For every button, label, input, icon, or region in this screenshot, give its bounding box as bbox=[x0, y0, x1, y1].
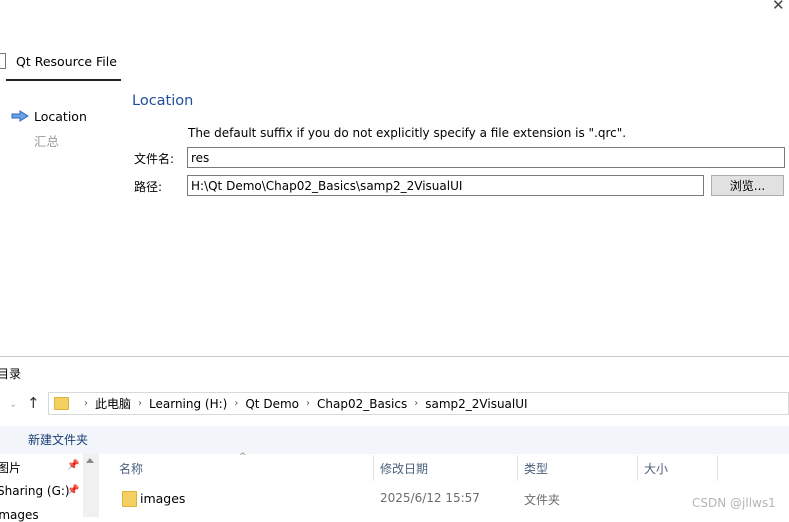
nav-item-label: images bbox=[0, 508, 39, 522]
column-header-name[interactable]: 名称 bbox=[119, 460, 143, 477]
column-header-size[interactable]: 大小 bbox=[644, 460, 668, 477]
step-summary: 汇总 bbox=[34, 134, 60, 149]
nav-item-label: 图片 bbox=[0, 461, 22, 475]
file-row-name[interactable]: images bbox=[140, 491, 185, 506]
dialog-title: 目录 bbox=[0, 367, 22, 381]
close-icon[interactable]: ✕ bbox=[772, 0, 785, 14]
nav-item-pictures[interactable]: 图片 bbox=[0, 459, 21, 476]
column-divider[interactable] bbox=[373, 455, 374, 481]
new-folder-button[interactable]: 新建文件夹 bbox=[28, 431, 88, 448]
nav-item-sharing-drive[interactable]: Sharing (G:) bbox=[0, 484, 70, 498]
chevron-right-icon[interactable]: › bbox=[234, 398, 238, 409]
filename-input[interactable] bbox=[187, 147, 785, 168]
path-input[interactable] bbox=[187, 175, 704, 196]
section-title: Location bbox=[132, 93, 194, 109]
history-dropdown-icon[interactable]: ⌄ bbox=[9, 399, 17, 410]
column-divider[interactable] bbox=[637, 455, 638, 481]
breadcrumb-samp2[interactable]: samp2_2VisualUI bbox=[425, 397, 527, 411]
breadcrumb-learning-drive[interactable]: Learning (H:) bbox=[149, 397, 227, 411]
nav-pane-scrollbar[interactable] bbox=[83, 454, 99, 517]
breadcrumb-chap02[interactable]: Chap02_Basics bbox=[317, 397, 407, 411]
up-arrow-icon[interactable]: ↑ bbox=[27, 394, 40, 412]
column-divider[interactable] bbox=[717, 455, 718, 481]
sort-caret-icon: ^ bbox=[239, 452, 247, 462]
chevron-right-icon[interactable]: › bbox=[84, 398, 88, 409]
document-icon bbox=[0, 53, 6, 69]
tab-underline bbox=[6, 79, 121, 81]
path-label: 路径: bbox=[134, 180, 163, 194]
current-step-arrow-icon bbox=[11, 110, 29, 122]
column-header-type[interactable]: 类型 bbox=[524, 460, 548, 477]
nav-item-label: Sharing (G:) bbox=[0, 484, 70, 498]
browse-button[interactable]: 浏览... bbox=[711, 175, 784, 196]
filename-label: 文件名: bbox=[134, 152, 175, 166]
wizard-tab-title: Qt Resource File bbox=[16, 54, 117, 69]
pin-icon[interactable]: 📌 bbox=[67, 460, 79, 471]
chevron-right-icon[interactable]: › bbox=[414, 398, 418, 409]
chevron-right-icon[interactable]: › bbox=[306, 398, 310, 409]
dialog-top-border bbox=[0, 356, 789, 357]
folder-icon bbox=[122, 491, 137, 507]
command-bar bbox=[0, 426, 789, 454]
scroll-up-arrow-icon[interactable] bbox=[86, 458, 94, 463]
file-row-modified: 2025/6/12 15:57 bbox=[380, 491, 480, 505]
step-location: Location bbox=[34, 109, 87, 124]
file-row-type: 文件夹 bbox=[524, 493, 561, 507]
suffix-hint: The default suffix if you do not explici… bbox=[188, 126, 627, 140]
breadcrumb-qt-demo[interactable]: Qt Demo bbox=[245, 397, 299, 411]
folder-icon bbox=[54, 397, 69, 410]
column-header-modified[interactable]: 修改日期 bbox=[380, 460, 428, 477]
column-divider[interactable] bbox=[517, 455, 518, 481]
chevron-right-icon[interactable]: › bbox=[138, 398, 142, 409]
address-bar[interactable]: › 此电脑 › Learning (H:) › Qt Demo › Chap02… bbox=[48, 392, 789, 415]
nav-item-images[interactable]: images bbox=[0, 508, 39, 522]
watermark: CSDN @jllws1 bbox=[692, 496, 776, 510]
pin-icon[interactable]: 📌 bbox=[67, 485, 79, 496]
breadcrumb-this-pc[interactable]: 此电脑 bbox=[95, 395, 131, 412]
